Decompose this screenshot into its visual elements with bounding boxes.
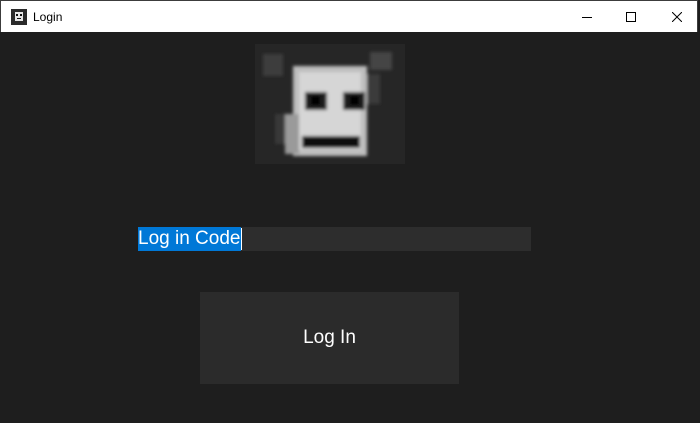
login-code-input[interactable]: Log in Code: [138, 227, 531, 251]
robot-face-logo: [255, 44, 405, 164]
window-title: Login: [33, 10, 63, 24]
login-window: Login Log in Code Log In: [0, 0, 700, 423]
maximize-icon: [626, 11, 636, 22]
login-form: Log in Code Log In: [0, 32, 700, 423]
minimize-button[interactable]: [564, 1, 610, 32]
close-button[interactable]: [654, 1, 700, 32]
login-code-value: Log in Code: [138, 227, 242, 251]
minimize-icon: [582, 16, 592, 18]
maximize-button[interactable]: [608, 1, 654, 32]
log-in-button-label: Log In: [303, 327, 356, 348]
title-bar[interactable]: Login: [0, 0, 698, 32]
app-robot-icon: [11, 9, 27, 25]
text-caret: [241, 228, 242, 250]
close-icon: [672, 11, 682, 22]
log-in-button[interactable]: Log In: [200, 292, 459, 384]
